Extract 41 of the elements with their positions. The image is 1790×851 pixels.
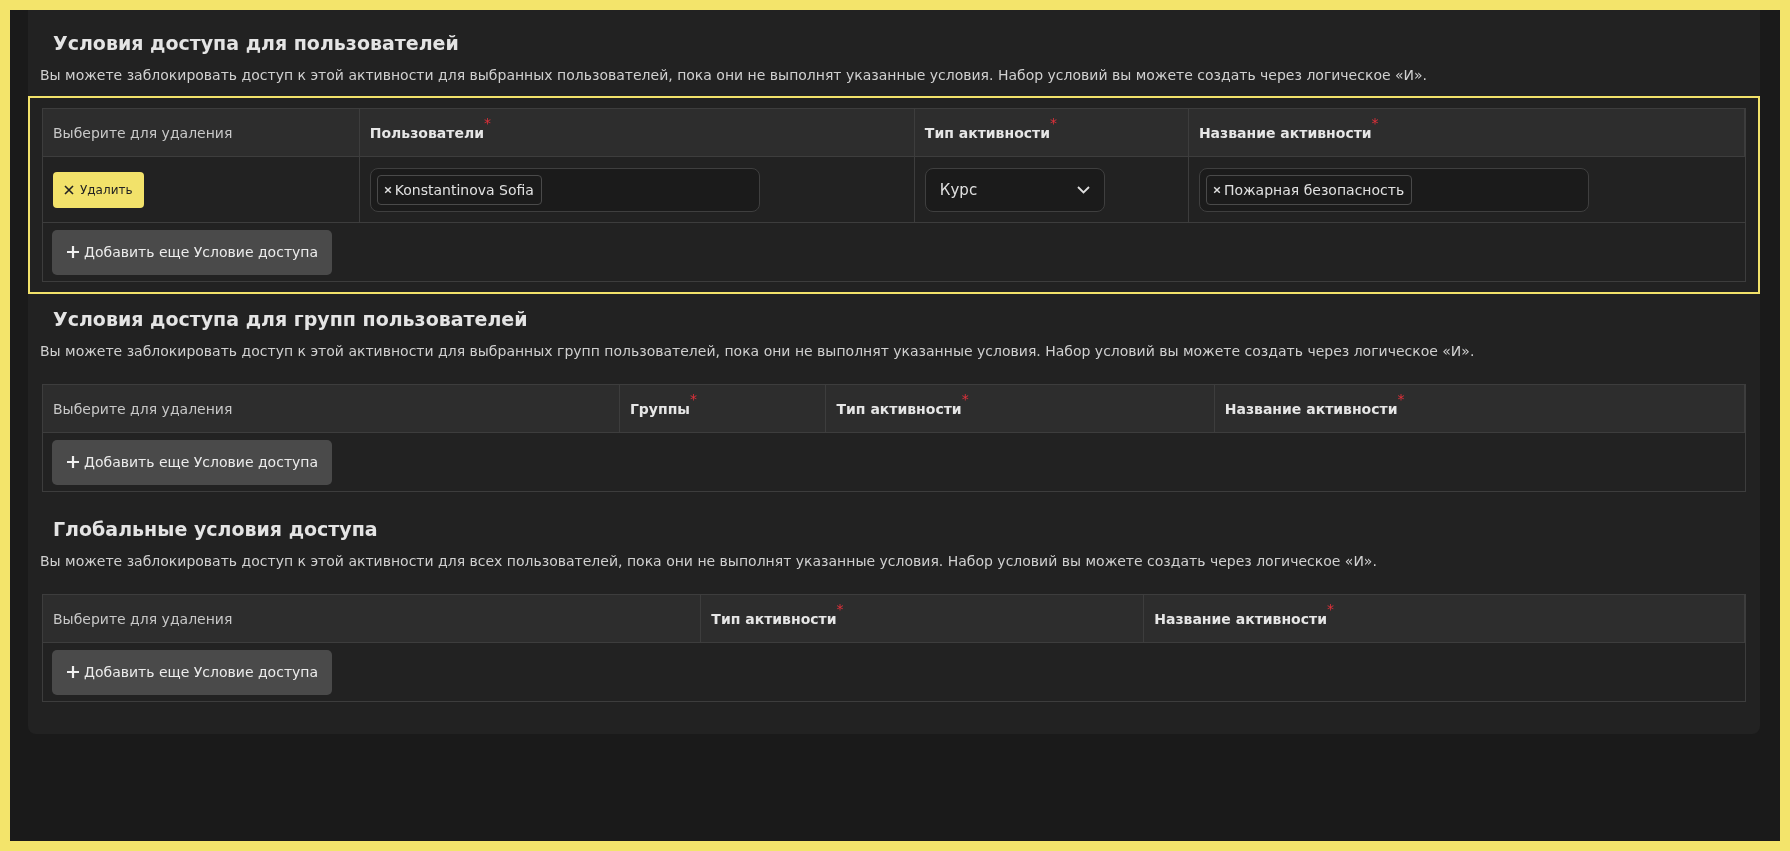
close-icon[interactable] <box>383 185 392 194</box>
required-mark: * <box>1371 115 1379 131</box>
tag: Konstantinova Sofia <box>376 174 542 205</box>
section-title: Условия доступа для пользователей <box>53 31 460 56</box>
section-description: Вы можете заблокировать доступ к этой активности для выбранных пользователей, пока они не выполнят указанные условия. Набор условий вы можете создать через логическое «И». <box>40 66 1429 85</box>
close-icon <box>64 184 74 195</box>
section-description: Вы можете заблокировать доступ к этой активности для всех пользователей, пока они не выполнят указанные условия. Набор условий вы можете создать через логическое «И». <box>40 552 1378 571</box>
column-header: Название активности* <box>1144 595 1745 643</box>
column-header: Тип активности* <box>701 595 1145 643</box>
required-mark: * <box>1397 391 1405 407</box>
tag-field[interactable]: Konstantinova Sofia <box>369 167 760 212</box>
delete-button[interactable]: Удалить <box>53 171 144 208</box>
required-mark: * <box>1050 115 1057 131</box>
column-header: Выберите для удаления <box>43 595 702 643</box>
column-header: Выберите для удаления <box>43 109 360 157</box>
plus-icon <box>66 665 80 679</box>
tag-field[interactable]: Пожарная безопасность <box>1198 167 1589 212</box>
column-header: Пользователи* <box>359 109 915 157</box>
required-mark: * <box>961 391 969 407</box>
activity-type-select[interactable]: Курс <box>924 167 1105 212</box>
column-header: Выберите для удаления <box>43 385 620 433</box>
column-header: Название активности* <box>1214 385 1745 433</box>
add-condition-button[interactable]: Добавить еще Условие доступа <box>52 229 333 275</box>
plus-icon <box>66 245 80 259</box>
section-title: Глобальные условия доступа <box>53 517 379 542</box>
section-description: Вы можете заблокировать доступ к этой активности для выбранных групп пользователей, пока они не выполнят указанные условия. Набор условий вы можете создать через логическое «И». <box>40 342 1476 361</box>
tag: Пожарная безопасность <box>1205 174 1413 205</box>
add-condition-button[interactable]: Добавить еще Условие доступа <box>52 439 333 485</box>
column-header: Группы* <box>619 385 827 433</box>
column-header: Тип активности* <box>826 385 1215 433</box>
plus-icon <box>66 455 80 469</box>
close-icon[interactable] <box>1212 185 1221 194</box>
required-mark: * <box>1326 601 1334 617</box>
required-mark: * <box>483 115 491 131</box>
column-header: Название активности* <box>1188 109 1745 157</box>
chevron-down-icon <box>1076 185 1090 194</box>
section-title: Условия доступа для групп пользователей <box>53 307 529 332</box>
required-mark: * <box>836 601 844 617</box>
required-mark: * <box>690 391 697 407</box>
add-condition-button[interactable]: Добавить еще Условие доступа <box>52 649 333 695</box>
column-header: Тип активности* <box>914 109 1189 157</box>
